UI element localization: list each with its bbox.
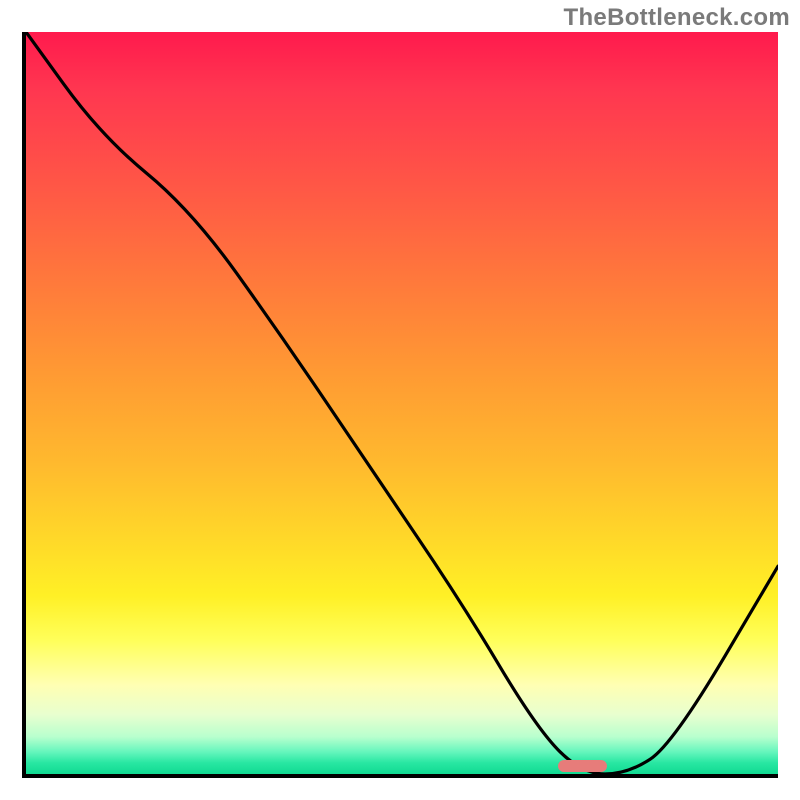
chart-container: TheBottleneck.com — [0, 0, 800, 800]
watermark-text: TheBottleneck.com — [564, 4, 790, 32]
bottleneck-curve — [26, 32, 778, 774]
optimal-marker — [558, 760, 607, 772]
curve-path — [26, 32, 778, 774]
